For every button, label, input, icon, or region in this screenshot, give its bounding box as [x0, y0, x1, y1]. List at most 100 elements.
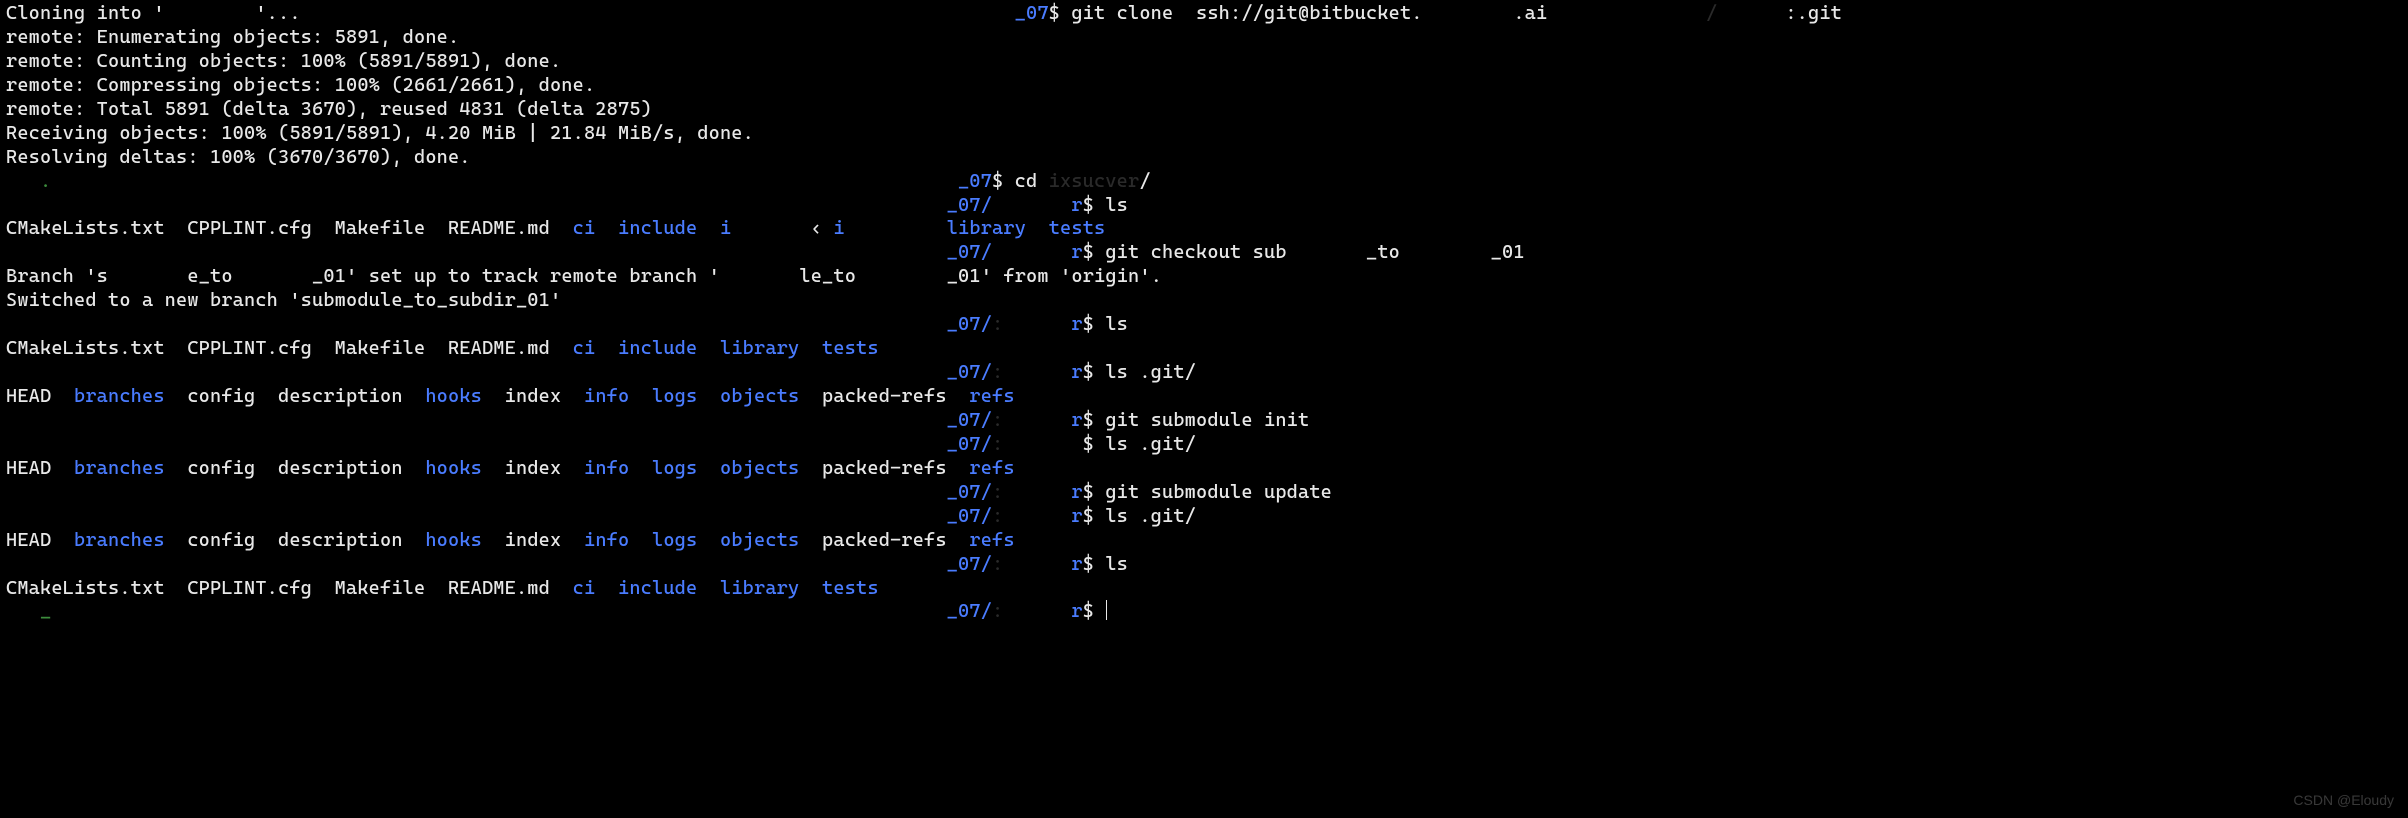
terminal-segment: CMakeLists.txt CPPLINT.cfg Makefile READ… [6, 217, 573, 239]
terminal-segment [697, 529, 720, 551]
terminal-segment: tests [822, 577, 879, 599]
terminal-segment: tests [1049, 217, 1106, 239]
terminal-segment: le_to [799, 265, 856, 287]
terminal-segment: config description [165, 385, 426, 407]
terminal-segment: : [992, 481, 1071, 503]
terminal-line: _07/ r$ ls [6, 194, 2402, 218]
terminal-segment: index [482, 529, 584, 551]
terminal-segment: cd [1015, 170, 1049, 192]
terminal-segment: HEAD [6, 529, 74, 551]
terminal-segment: info [584, 457, 629, 479]
terminal-line: Switched to a new branch 'submodule_to_s… [6, 289, 2402, 313]
terminal-segment [6, 170, 40, 192]
terminal-segment: hooks [425, 385, 482, 407]
terminal-segment: _to [1366, 241, 1400, 263]
terminal-segment: $ [1083, 241, 1106, 263]
terminal-segment: _01' from 'origin'. [947, 265, 1162, 287]
terminal-segment: r [1071, 194, 1082, 216]
terminal-segment: / [1139, 170, 1150, 192]
terminal-segment: ci [573, 577, 596, 599]
terminal-segment: : [992, 313, 1071, 335]
terminal-segment: '... [255, 2, 300, 24]
terminal-segment: objects [720, 529, 799, 551]
terminal-line: _07/: r$ ls [6, 313, 2402, 337]
terminal-segment: $ [1083, 409, 1106, 431]
terminal-line: . _07$ cd ixsucver/ [6, 170, 2402, 194]
terminal-segment: ci [573, 337, 596, 359]
terminal-line: HEAD branches config description hooks i… [6, 457, 2402, 481]
terminal-segment [845, 217, 947, 239]
terminal-segment [697, 385, 720, 407]
terminal-segment: _07/ [947, 433, 992, 455]
terminal-segment [731, 217, 810, 239]
terminal-segment [233, 265, 312, 287]
terminal-line: _07/: r$ git submodule update [6, 481, 2402, 505]
terminal-segment [595, 217, 618, 239]
terminal-segment: library [720, 337, 799, 359]
terminal-segment: info [584, 385, 629, 407]
terminal-line: remote: Total 5891 (delta 3670), reused … [6, 98, 2402, 122]
terminal-segment: $ [1083, 313, 1106, 335]
terminal-segment: r [1071, 241, 1082, 263]
terminal-line: remote: Enumerating objects: 5891, done. [6, 26, 2402, 50]
terminal-segment [6, 361, 947, 383]
terminal-segment: config description [165, 529, 426, 551]
terminal-segment [6, 313, 947, 335]
terminal-segment: ls .git/ [1105, 433, 1196, 455]
terminal-segment: library [720, 577, 799, 599]
terminal-segment [697, 577, 720, 599]
terminal-segment: packed-refs [799, 457, 969, 479]
terminal-segment: git clone ssh://git@bitbucket. [1071, 2, 1422, 24]
terminal-segment: logs [652, 529, 697, 551]
terminal-segment: $ [1083, 505, 1106, 527]
terminal-segment: _01' set up to track remote branch ' [312, 265, 720, 287]
terminal-segment: .ai [1513, 2, 1547, 24]
terminal-segment [1423, 2, 1514, 24]
terminal-segment: remote: Total 5891 (delta 3670), reused … [6, 98, 652, 120]
terminal-segment: ls [1105, 313, 1128, 335]
terminal-segment: ‹ [811, 217, 834, 239]
terminal-segment: CMakeLists.txt CPPLINT.cfg Makefile READ… [6, 337, 573, 359]
terminal-segment: tests [822, 337, 879, 359]
terminal-segment [6, 600, 40, 622]
terminal-line: Receiving objects: 100% (5891/5891), 4.2… [6, 122, 2402, 146]
terminal-segment: config description [165, 457, 426, 479]
terminal-segment: refs [969, 385, 1014, 407]
terminal-segment: : [992, 600, 1071, 622]
terminal-segment: HEAD [6, 385, 74, 407]
terminal-segment: index [482, 385, 584, 407]
watermark-text: CSDN @Eloudy [2293, 792, 2394, 810]
terminal-segment [6, 433, 947, 455]
terminal-segment [629, 385, 652, 407]
terminal-segment [992, 194, 1071, 216]
terminal-segment: $ [1083, 553, 1106, 575]
terminal-segment: _07 [1015, 2, 1049, 24]
terminal-output[interactable]: Cloning into ' '... _07 $ git clone ssh:/… [0, 0, 2408, 624]
terminal-segment [595, 337, 618, 359]
terminal-segment [856, 265, 947, 287]
terminal-segment [629, 457, 652, 479]
terminal-segment: ixsucver [1049, 170, 1140, 192]
terminal-segment: $ [1083, 481, 1106, 503]
terminal-segment: $ [1083, 194, 1106, 216]
terminal-segment: ci [573, 217, 596, 239]
terminal-segment: logs [652, 385, 697, 407]
terminal-segment: include [618, 217, 697, 239]
terminal-segment [629, 529, 652, 551]
terminal-segment: r [1071, 313, 1082, 335]
terminal-segment: Switched to a new branch 'submodule_to_s… [6, 289, 561, 311]
terminal-segment: Resolving deltas: 100% (3670/3670), done… [6, 146, 471, 168]
terminal-segment [108, 265, 187, 287]
terminal-segment: _ [40, 600, 51, 622]
terminal-segment: packed-refs [799, 529, 969, 551]
terminal-segment: $ [1083, 600, 1106, 622]
terminal-segment: _07/ [947, 505, 992, 527]
terminal-segment: _07/ [947, 361, 992, 383]
terminal-line: CMakeLists.txt CPPLINT.cfg Makefile READ… [6, 577, 2402, 601]
terminal-segment: ls .git/ [1105, 361, 1196, 383]
terminal-segment: refs [969, 529, 1014, 551]
terminal-segment: Receiving objects: 100% (5891/5891), 4.2… [6, 122, 754, 144]
terminal-segment: Cloning into ' [6, 2, 165, 24]
terminal-line: HEAD branches config description hooks i… [6, 385, 2402, 409]
terminal-segment: HEAD [6, 457, 74, 479]
